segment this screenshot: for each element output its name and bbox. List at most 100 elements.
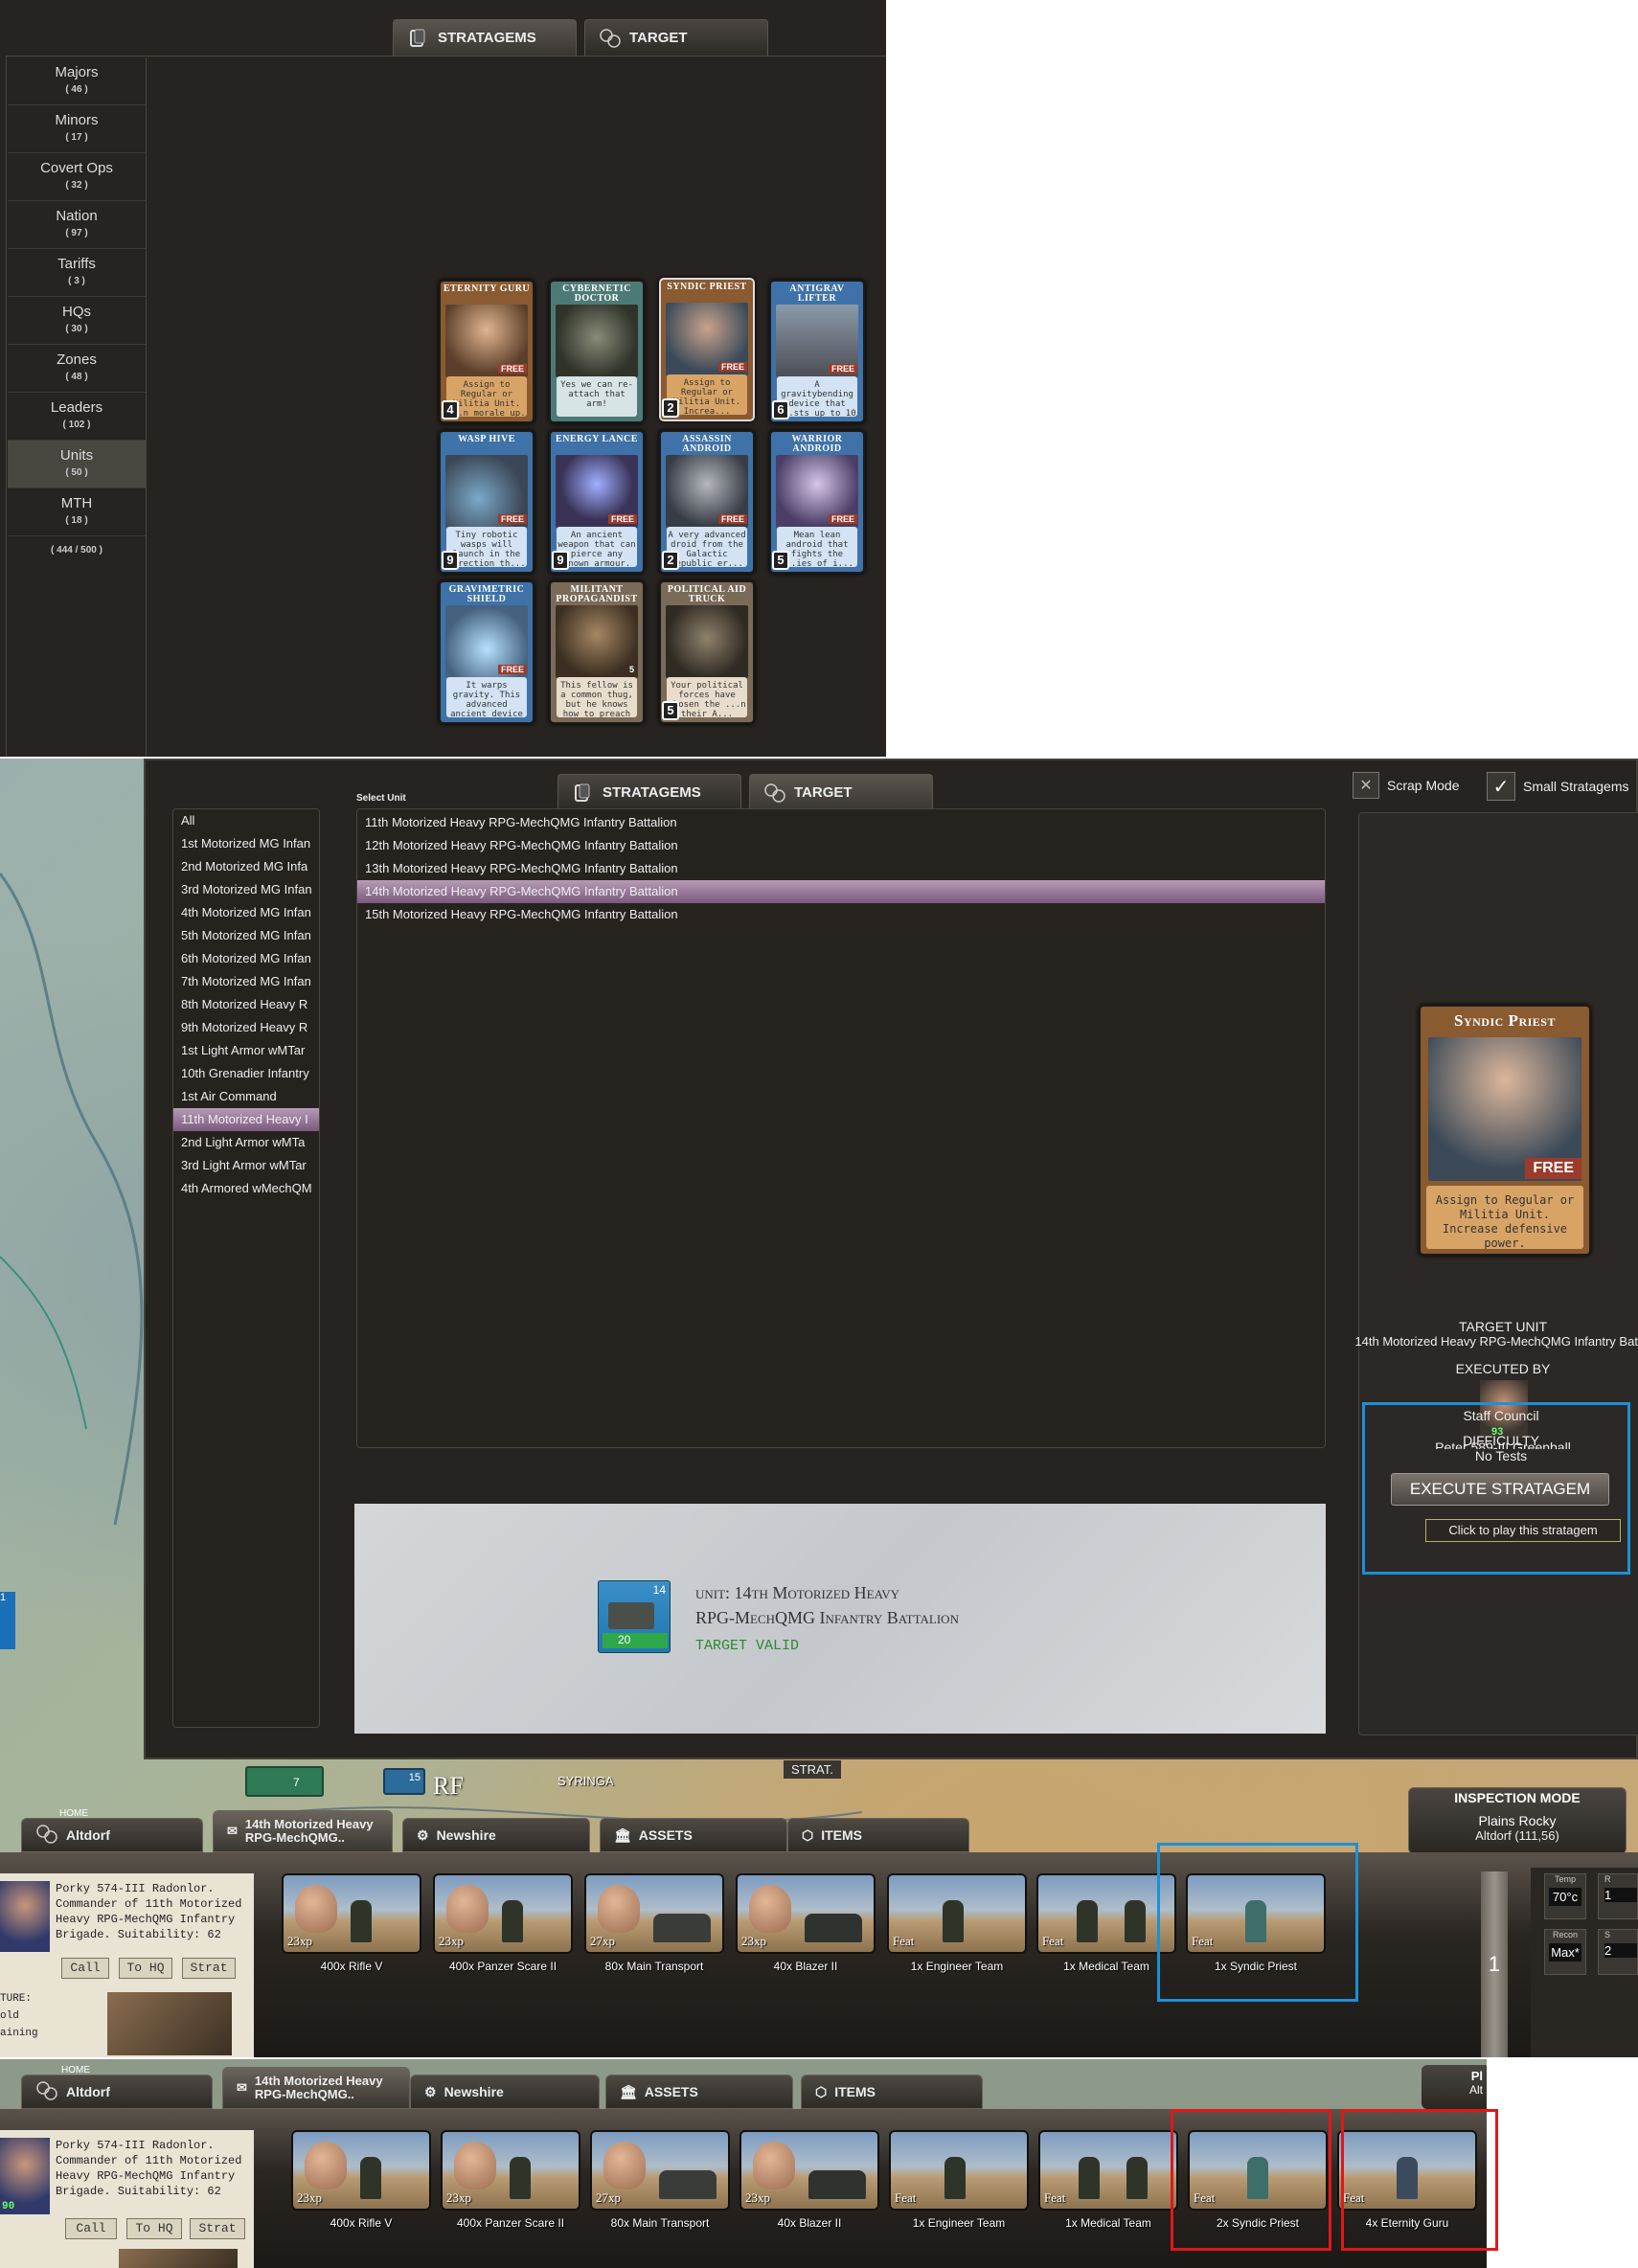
unit-card[interactable]: 23xp 40x Blazer II (736, 1873, 876, 1973)
stratagem-card[interactable]: Energy Lance FREE An ancient weapon that… (549, 430, 645, 574)
tab-items[interactable]: ⬡ ITEMS (801, 2075, 983, 2109)
list-item[interactable]: 2nd Motorized MG Infa (173, 855, 319, 878)
map-unit-counter[interactable]: 15 (383, 1768, 425, 1795)
unit-card[interactable]: 23xp 400x Panzer Scare II (433, 1873, 573, 1973)
list-item[interactable]: 10th Grenadier Infantry (173, 1062, 319, 1085)
tab-stratagems[interactable]: STRATAGEMS (393, 19, 577, 56)
category-tariffs[interactable]: Tariffs( 3 ) (8, 249, 146, 297)
list-item-selected[interactable]: 14th Motorized Heavy RPG-MechQMG Infantr… (357, 880, 1325, 903)
leader-photo (119, 2249, 238, 2268)
list-item[interactable]: 9th Motorized Heavy R (173, 1016, 319, 1039)
tab-newshire[interactable]: ⚙ Newshire (402, 1818, 590, 1852)
bank-icon: 🏛 (614, 1826, 631, 1843)
unit-card[interactable]: 23xp 400x Rifle V (282, 1873, 421, 1973)
tab-newshire[interactable]: ⚙ Newshire (410, 2075, 600, 2109)
stratagem-card[interactable]: Militant Propagandist 5 This fellow is a… (549, 580, 645, 724)
list-item[interactable]: 15th Motorized Heavy RPG-MechQMG Infantr… (357, 903, 1325, 926)
list-item[interactable]: 12th Motorized Heavy RPG-MechQMG Infantr… (357, 834, 1325, 857)
small-stratagems-checkbox[interactable]: ✓ (1487, 772, 1515, 801)
unit-strength-bar: 20 (603, 1633, 668, 1648)
card-icon (572, 783, 593, 803)
list-item[interactable]: 11th Motorized Heavy RPG-MechQMG Infantr… (357, 811, 1325, 834)
envelope-icon: ✉ (227, 1824, 238, 1838)
tab-target[interactable]: TARGET (749, 774, 933, 810)
category-majors[interactable]: Majors( 46 ) (8, 57, 146, 105)
card-title: Antigrav Lifter (789, 284, 845, 304)
category-hqs[interactable]: HQs( 30 ) (8, 297, 146, 345)
category-leaders[interactable]: Leaders( 102 ) (8, 393, 146, 441)
scrap-mode-toggle[interactable]: ✕ Scrap Mode (1353, 772, 1459, 799)
stratagem-card[interactable]: Assassin Android FREE A very advanced dr… (659, 430, 755, 574)
to-hq-button[interactable]: To HQ (119, 1958, 172, 1979)
category-units[interactable]: Units( 50 ) (8, 441, 146, 488)
strat-button[interactable]: Strat (190, 2218, 245, 2239)
list-item[interactable]: All (173, 809, 319, 832)
list-item[interactable]: 6th Motorized MG Infan (173, 947, 319, 970)
avatar[interactable] (0, 1881, 50, 1952)
unit-card[interactable]: 27xp 80x Main Transport (590, 2130, 730, 2230)
stratagem-card[interactable]: Cybernetic Doctor Yes we can re-attach t… (549, 280, 645, 423)
list-item[interactable]: 3rd Light Armor wMTar (173, 1154, 319, 1177)
stratagem-card[interactable]: Gravimetric Shield FREE It warps gravity… (439, 580, 535, 724)
stratagem-card[interactable]: Syndic Priest FREE Assign to Regular or … (659, 278, 755, 421)
unit-counter-icon[interactable]: 14 20 (598, 1580, 671, 1653)
stratagem-card[interactable]: Eternity Guru FREE Assign to Regular or … (439, 280, 535, 423)
stratagem-card[interactable]: Warrior Android FREE Mean lean android t… (769, 430, 865, 574)
small-stratagems-toggle[interactable]: ✓ Small Stratagems (1487, 772, 1628, 801)
card-title: Eternity Guru (443, 284, 531, 294)
tab-altdorf[interactable]: Altdorf (21, 2075, 213, 2109)
unit-card[interactable]: 23xp 400x Panzer Scare II (441, 2130, 580, 2230)
free-badge: FREE (717, 514, 747, 524)
target-info-box: 14 20 unit: 14th Motorized Heavy RPG-Mec… (354, 1504, 1326, 1734)
page-indicator[interactable]: 1 (1481, 1871, 1508, 2057)
tab-assets[interactable]: 🏛 ASSETS (600, 1818, 787, 1852)
list-item[interactable]: 5th Motorized MG Infan (173, 924, 319, 947)
avatar[interactable]: 90 (0, 2138, 50, 2214)
free-badge: FREE (497, 364, 527, 374)
tab-items[interactable]: ⬡ ITEMS (787, 1818, 969, 1852)
stratagem-card[interactable]: Antigrav Lifter FREE A gravitybending de… (769, 280, 865, 423)
unit-card[interactable]: 23xp 40x Blazer II (739, 2130, 879, 2230)
map-badge[interactable]: 1 (0, 1592, 15, 1649)
call-button[interactable]: Call (61, 1958, 109, 1979)
list-item[interactable]: 7th Motorized MG Infan (173, 970, 319, 993)
tab-unit[interactable]: ✉ 14th Motorized Heavy RPG-MechQMG.. (222, 2067, 410, 2109)
category-nation[interactable]: Nation( 97 ) (8, 201, 146, 249)
tab-assets[interactable]: 🏛 ASSETS (605, 2075, 793, 2109)
list-item[interactable]: 4th Motorized MG Infan (173, 901, 319, 924)
tab-unit[interactable]: ✉ 14th Motorized Heavy RPG-MechQMG.. (213, 1810, 393, 1852)
list-item[interactable]: 4th Armored wMechQM (173, 1177, 319, 1200)
category-mth[interactable]: MTH( 18 ) (8, 488, 146, 536)
tab-altdorf[interactable]: Altdorf (21, 1818, 203, 1852)
category-minors[interactable]: Minors( 17 ) (8, 105, 146, 153)
list-item[interactable]: 2nd Light Armor wMTa (173, 1131, 319, 1154)
scrap-mode-checkbox[interactable]: ✕ (1353, 772, 1379, 799)
strat-button[interactable]: Strat (182, 1958, 236, 1979)
list-item[interactable]: 3rd Motorized MG Infan (173, 878, 319, 901)
tab-stratagems[interactable]: STRATAGEMS (557, 774, 741, 810)
unit-card[interactable]: Feat 1x Engineer Team (889, 2130, 1029, 2230)
category-zones[interactable]: Zones( 48 ) (8, 345, 146, 393)
list-item[interactable]: 1st Light Armor wMTar (173, 1039, 319, 1062)
unit-card[interactable]: Feat 1x Medical Team (1036, 1873, 1176, 1973)
unit-card[interactable]: Feat 1x Medical Team (1038, 2130, 1178, 2230)
free-badge: FREE (717, 362, 747, 372)
tab-target[interactable]: TARGET (584, 19, 768, 56)
unit-card[interactable]: Feat 1x Engineer Team (887, 1873, 1027, 1973)
category-covert-ops[interactable]: Covert Ops( 32 ) (8, 153, 146, 201)
unit-card[interactable]: 27xp 80x Main Transport (584, 1873, 724, 1973)
unit-card[interactable]: 23xp 400x Rifle V (291, 2130, 431, 2230)
stratagem-card[interactable]: Political Aid Truck Your political force… (659, 580, 755, 724)
execute-stratagem-button[interactable]: EXECUTE STRATAGEM (1391, 1473, 1609, 1506)
list-item[interactable]: 8th Motorized Heavy R (173, 993, 319, 1016)
map-unit-counter[interactable]: 7 (245, 1766, 324, 1797)
to-hq-button[interactable]: To HQ (126, 2218, 182, 2239)
call-button[interactable]: Call (65, 2218, 117, 2239)
cost-badge: 2 (662, 551, 679, 570)
list-item-selected[interactable]: 11th Motorized Heavy I (173, 1108, 319, 1131)
list-item[interactable]: 1st Motorized MG Infan (173, 832, 319, 855)
selected-stratagem-card[interactable]: Syndic Priest FREE Assign to Regular or … (1419, 1005, 1591, 1256)
list-item[interactable]: 13th Motorized Heavy RPG-MechQMG Infantr… (357, 857, 1325, 880)
stratagem-card[interactable]: Wasp Hive FREE Tiny robotic wasps will l… (439, 430, 535, 574)
list-item[interactable]: 1st Air Command (173, 1085, 319, 1108)
